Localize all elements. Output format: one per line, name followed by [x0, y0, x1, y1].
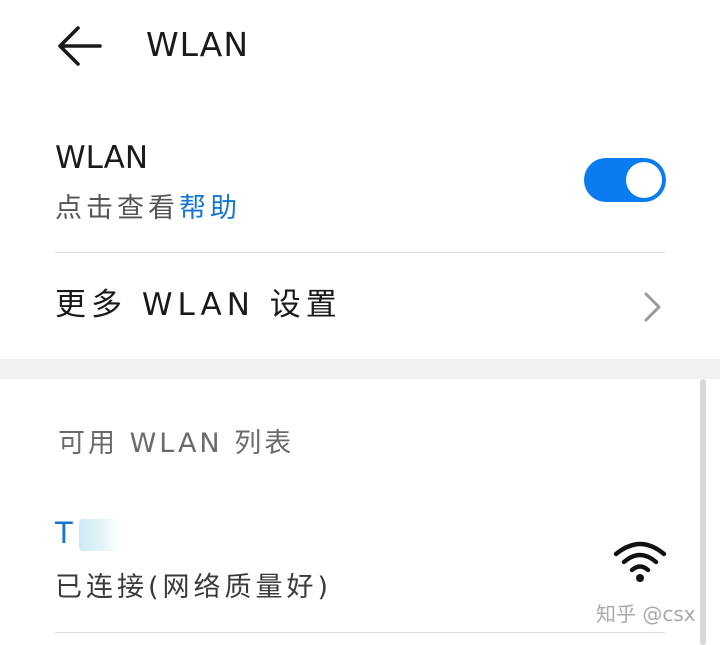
scrollbar[interactable] — [700, 379, 706, 645]
wlan-toggle-row: WLAN 点击查看帮助 — [0, 128, 720, 252]
available-wlan-list-header: 可用 WLAN 列表 — [58, 428, 295, 459]
more-wlan-settings-row[interactable]: 更多 WLAN 设置 — [0, 253, 720, 359]
section-separator — [0, 359, 720, 379]
network-ssid-text: T — [55, 516, 73, 550]
network-ssid: T — [55, 513, 119, 553]
wlan-toggle-switch[interactable] — [584, 158, 666, 202]
wifi-full-icon — [612, 538, 668, 584]
arrow-left-icon — [58, 26, 102, 66]
watermark: 知乎 @csx — [596, 602, 696, 626]
help-link[interactable]: 帮助 — [179, 193, 241, 224]
ssid-redaction — [78, 519, 119, 551]
app-header: WLAN — [0, 0, 720, 95]
page-title: WLAN — [146, 25, 250, 64]
chevron-right-icon — [640, 290, 664, 324]
wlan-toggle-label: WLAN — [55, 140, 149, 176]
network-status: 已连接(网络质量好) — [55, 572, 333, 603]
more-wlan-settings-label: 更多 WLAN 设置 — [55, 287, 342, 323]
divider — [55, 632, 665, 633]
network-list-item[interactable]: T 已连接(网络质量好) — [0, 505, 690, 630]
wlan-help-prefix: 点击查看 — [55, 193, 179, 224]
wlan-help-text: 点击查看帮助 — [55, 190, 241, 228]
toggle-knob — [626, 162, 662, 198]
back-button[interactable] — [52, 20, 108, 72]
wlan-settings-screen: WLAN WLAN 点击查看帮助 更多 WLAN 设置 可用 WLAN 列表 T… — [0, 0, 720, 645]
